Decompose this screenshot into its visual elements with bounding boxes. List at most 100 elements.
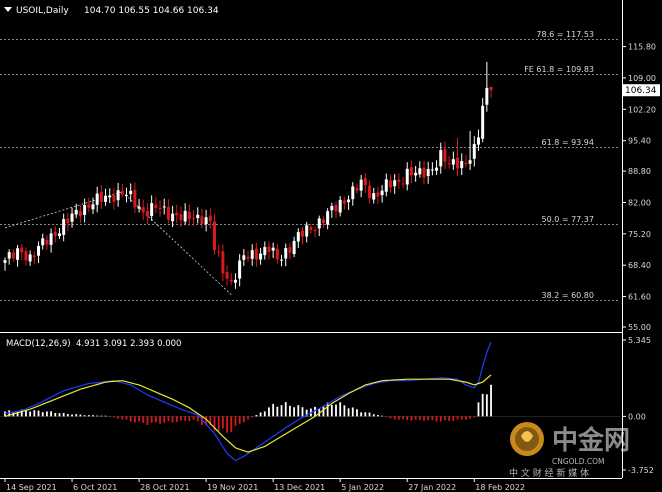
candle-body: [259, 253, 263, 260]
candle-body: [187, 211, 191, 220]
histogram-bar: [146, 416, 149, 425]
histogram-bar: [410, 416, 413, 421]
candle-body: [347, 199, 351, 203]
fib-level-label: 78.6 = 117.53: [536, 30, 594, 39]
histogram-bar: [25, 410, 27, 417]
candle-body: [250, 250, 254, 259]
histogram-bar: [485, 394, 488, 417]
candle-body: [271, 247, 275, 251]
histogram-bar: [465, 416, 467, 420]
candle-body: [435, 167, 439, 171]
candle-body: [464, 162, 468, 165]
candle-body: [489, 86, 493, 91]
histogram-bar: [435, 416, 438, 422]
candle-body: [451, 159, 455, 165]
histogram-bar: [393, 416, 396, 420]
candle-body: [443, 149, 447, 162]
histogram-bar: [397, 416, 400, 420]
candle-body: [217, 251, 221, 253]
histogram-bar: [335, 404, 337, 417]
histogram-bar: [477, 402, 480, 417]
candle-body: [7, 252, 11, 259]
candle-body: [422, 167, 426, 178]
candle-body: [129, 190, 133, 195]
candle-body: [338, 199, 342, 213]
candle-body: [16, 248, 20, 260]
histogram-bar: [96, 415, 99, 417]
candle-body: [175, 212, 179, 216]
histogram-bar: [343, 405, 346, 417]
candle-body: [20, 247, 24, 253]
candle-body: [213, 221, 216, 251]
candle-body: [171, 213, 175, 222]
histogram-bar: [188, 416, 191, 422]
histogram-bar: [385, 416, 388, 418]
candle-body: [456, 157, 460, 169]
candle-body: [166, 206, 170, 220]
candle-body: [267, 246, 271, 253]
price-tick-label: 68.40: [628, 261, 651, 270]
candle-body: [208, 215, 212, 222]
candle-body: [70, 213, 74, 222]
candle-body: [32, 255, 36, 258]
histogram-bar: [196, 416, 199, 422]
histogram-bar: [460, 416, 463, 420]
candle-body: [133, 189, 137, 208]
candle-body: [41, 238, 45, 246]
time-tick-label: 28 Oct 2021: [140, 483, 189, 492]
histogram-bar: [33, 410, 36, 417]
histogram-bar: [347, 408, 350, 417]
histogram-bar: [184, 416, 187, 421]
histogram-bar: [117, 416, 120, 419]
price-tick-label: 95.40: [628, 137, 651, 146]
candle-body: [108, 195, 112, 198]
histogram-bar: [284, 402, 287, 417]
histogram-bar: [364, 412, 367, 417]
candle-body: [28, 254, 32, 262]
histogram-bar: [180, 416, 182, 421]
price-tick-label: 61.60: [628, 293, 651, 302]
histogram-bar: [469, 416, 471, 419]
candle-body: [45, 239, 49, 245]
ohlc-readout: 104.70 106.55 104.66 106.34: [84, 6, 219, 16]
candle-body: [414, 172, 418, 176]
fib-level-label: 38.2 = 60.80: [541, 291, 594, 300]
histogram-bar: [490, 384, 492, 417]
histogram-bar: [251, 416, 254, 418]
histogram-bar: [113, 416, 115, 418]
candle-body: [120, 190, 124, 195]
candle-body: [238, 260, 242, 279]
histogram-bar: [175, 416, 178, 423]
macd-tick-label: -3.752: [628, 466, 654, 475]
logo-wordmark: 中金网: [552, 425, 630, 456]
histogram-bar: [79, 414, 82, 417]
candle-body: [284, 248, 288, 259]
candle-body: [183, 210, 187, 222]
histogram-bar: [402, 416, 404, 420]
histogram-bar: [452, 416, 455, 421]
histogram-bar: [268, 407, 270, 417]
histogram-bar: [242, 416, 245, 423]
candle-body: [330, 205, 334, 211]
histogram-bar: [58, 413, 61, 417]
macd-readout: 4.931 3.091 2.393 0.000: [76, 339, 181, 349]
histogram-bar: [406, 416, 409, 421]
histogram-bar: [142, 416, 145, 423]
histogram-bar: [129, 416, 132, 422]
histogram-bar: [372, 414, 375, 417]
histogram-bar: [301, 407, 304, 417]
histogram-bar: [159, 416, 161, 424]
histogram-bar: [234, 416, 237, 426]
macd-title: MACD(12,26,9): [6, 339, 71, 349]
price-tick-label: 88.80: [628, 167, 651, 176]
histogram-bar: [439, 416, 442, 422]
candle-body: [49, 233, 53, 245]
current-price-marker: 106.34: [622, 84, 660, 97]
histogram-bar: [83, 415, 86, 417]
time-axis: 14 Sep 2021 6 Oct 2021 28 Oct 2021 19 Nov 2…: [4, 478, 525, 492]
candle-body: [401, 183, 405, 185]
candle-body: [351, 186, 355, 200]
time-tick-label: 14 Sep 2021: [6, 483, 57, 492]
fib-level-label: 61.8 = 93.94: [541, 138, 594, 147]
histogram-bar: [226, 416, 228, 433]
